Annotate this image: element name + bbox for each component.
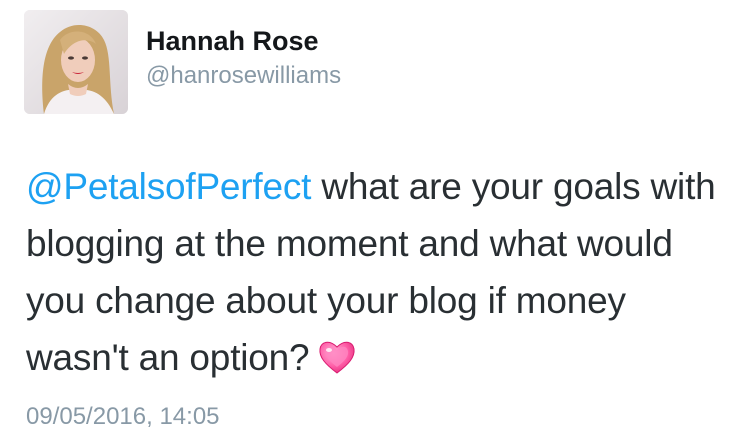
mention-link[interactable]: @PetalsofPerfect (26, 166, 311, 207)
tweet-timestamp[interactable]: 09/05/2016, 14:05 (26, 403, 220, 431)
avatar-photo (24, 10, 128, 114)
tweet-text: @PetalsofPerfect what are your goals wit… (26, 158, 726, 386)
author-handle[interactable]: @hanrosewilliams (146, 62, 341, 90)
avatar[interactable] (24, 10, 128, 114)
sparkling-heart-icon (317, 335, 357, 374)
tweet-card: Hannah Rose @hanrosewilliams @PetalsofPe… (0, 0, 750, 447)
author-name[interactable]: Hannah Rose (146, 26, 319, 57)
